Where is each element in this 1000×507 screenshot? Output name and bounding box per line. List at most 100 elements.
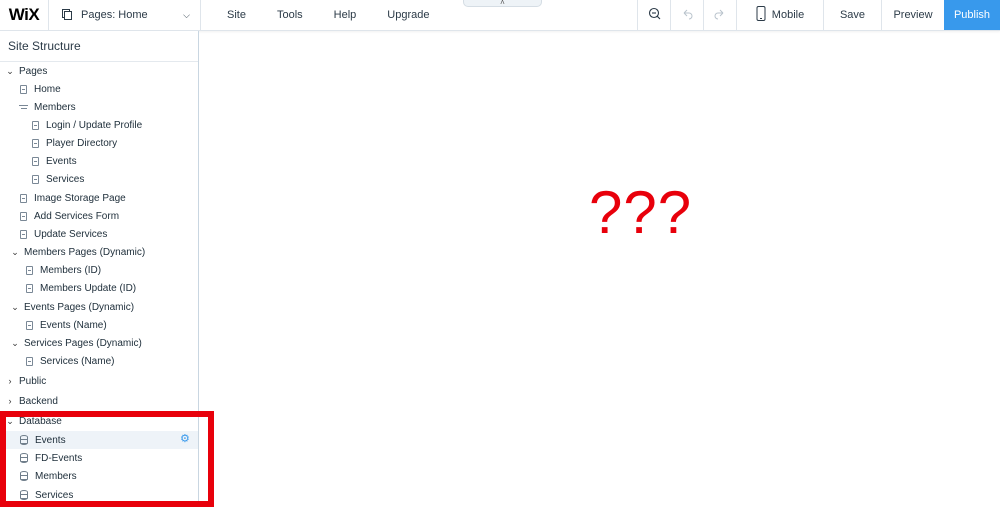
tree-label: Members: [35, 470, 77, 482]
tree-label: Public: [19, 375, 47, 387]
page-icon: [20, 84, 27, 94]
tree-item-add-services-form[interactable]: Add Services Form: [0, 207, 198, 225]
tree-label: Members (ID): [40, 264, 102, 276]
zoom-out-button[interactable]: [637, 0, 670, 30]
tree-item-image-storage[interactable]: Image Storage Page: [0, 189, 198, 207]
page-icon: [32, 156, 39, 166]
chevron-right-icon: ›: [8, 376, 12, 386]
tree-label: Database: [19, 415, 62, 427]
undo-icon: [681, 8, 693, 23]
chevron-down-icon: ⌵: [183, 9, 190, 20]
tree-label: Backend: [19, 395, 58, 407]
pages-dropdown-label: Pages: Home: [81, 9, 148, 21]
database-icon: [20, 471, 28, 481]
tree-item-members-update-id[interactable]: Members Update (ID): [0, 279, 198, 297]
subpages-icon: [19, 104, 28, 111]
tree-label: Events (Name): [40, 319, 107, 331]
tree-label: Members: [34, 101, 76, 113]
tree-label: Pages: [19, 65, 48, 77]
page-icon: [26, 320, 33, 330]
tree-item-db-members[interactable]: Members: [0, 467, 198, 485]
mobile-label: Mobile: [771, 9, 805, 21]
page-icon: [26, 356, 33, 366]
tree-section-pages[interactable]: ⌄ Pages: [0, 62, 198, 80]
wix-logo: WiX: [8, 5, 40, 24]
preview-button[interactable]: Preview: [881, 0, 944, 30]
tree-group-services-dynamic[interactable]: ⌄ Services Pages (Dynamic): [0, 334, 198, 352]
database-icon: [20, 490, 28, 500]
page-icon: [32, 174, 39, 184]
page-icon: [20, 211, 27, 221]
redo-icon: [714, 8, 726, 23]
menu-tools[interactable]: Tools: [277, 9, 303, 21]
page-icon: [20, 229, 27, 239]
tree-item-home[interactable]: Home: [0, 80, 198, 98]
database-icon: [20, 435, 28, 445]
mobile-button[interactable]: Mobile: [736, 0, 823, 30]
tree-label: Members Update (ID): [40, 282, 137, 294]
tree-item-update-services[interactable]: Update Services: [0, 225, 198, 243]
tree-label: Services: [46, 173, 85, 185]
page-icon: [26, 265, 33, 275]
zoom-out-icon: [648, 7, 661, 23]
chevron-right-icon: ›: [8, 396, 12, 406]
publish-button[interactable]: Publish: [944, 0, 1000, 30]
question-marks-annotation: ???: [589, 179, 693, 246]
page-icon: [32, 120, 39, 130]
chevron-down-icon: ⌄: [11, 246, 19, 257]
tree-label: Home: [34, 83, 61, 95]
tree-item-members[interactable]: Members: [0, 98, 198, 116]
tree-label: Player Directory: [46, 137, 118, 149]
tree-section-backend[interactable]: › Backend: [0, 392, 198, 410]
tree-group-members-dynamic[interactable]: ⌄ Members Pages (Dynamic): [0, 243, 198, 261]
collapse-toolbar-tab[interactable]: ˄: [463, 0, 542, 7]
tree-section-public[interactable]: › Public: [0, 372, 198, 390]
chevron-up-icon: ˄: [500, 0, 505, 7]
page-icon: [20, 193, 27, 203]
page-icon: [32, 138, 39, 148]
logo-cell: WiX: [0, 0, 49, 30]
tree-item-members-id[interactable]: Members (ID): [0, 261, 198, 279]
panel-title: Site Structure: [0, 31, 198, 62]
database-icon: [20, 453, 28, 463]
tree-label: Services: [35, 489, 74, 501]
tree-item-db-services[interactable]: Services: [0, 486, 198, 504]
tree-label: FD-Events: [35, 452, 83, 464]
chevron-down-icon: ⌄: [11, 337, 19, 348]
tree-label: Members Pages (Dynamic): [24, 246, 146, 258]
pages-icon: [61, 8, 73, 23]
tree-item-player-directory[interactable]: Player Directory: [0, 134, 198, 152]
chevron-down-icon: ⌄: [6, 65, 14, 76]
tree-item-db-fd-events[interactable]: FD-Events: [0, 449, 198, 467]
tree-label: Update Services: [34, 228, 108, 240]
tree-section-database[interactable]: ⌄ Database: [0, 412, 198, 430]
tree-item-login[interactable]: Login / Update Profile: [0, 116, 198, 134]
top-menu: Site Tools Help Upgrade: [201, 0, 460, 30]
menu-site[interactable]: Site: [227, 9, 246, 21]
tree-label: Services (Name): [40, 355, 115, 367]
page-icon: [26, 283, 33, 293]
menu-upgrade[interactable]: Upgrade: [387, 9, 429, 21]
site-structure-panel: Site Structure ⌄ Pages Home Members Logi…: [0, 31, 199, 507]
tree-group-events-dynamic[interactable]: ⌄ Events Pages (Dynamic): [0, 298, 198, 316]
tree-item-services[interactable]: Services: [0, 170, 198, 188]
tree-label: Events Pages (Dynamic): [24, 301, 135, 313]
tree-label: Image Storage Page: [34, 192, 126, 204]
mobile-icon: [756, 6, 766, 24]
gear-icon[interactable]: ⚙: [180, 434, 191, 445]
tree-item-events[interactable]: Events: [0, 152, 198, 170]
tree-item-events-name[interactable]: Events (Name): [0, 316, 198, 334]
save-button[interactable]: Save: [823, 0, 881, 30]
tree-label: Events: [46, 155, 77, 167]
chevron-down-icon: ⌄: [11, 301, 19, 312]
tree-label: Services Pages (Dynamic): [24, 337, 142, 349]
undo-button[interactable]: [670, 0, 703, 30]
redo-button[interactable]: [703, 0, 736, 30]
tree-label: Add Services Form: [34, 210, 120, 222]
menu-help[interactable]: Help: [334, 9, 357, 21]
tree-item-db-events[interactable]: Events ⚙: [0, 431, 198, 449]
tree-label: Login / Update Profile: [46, 119, 143, 131]
tree-item-services-name[interactable]: Services (Name): [0, 352, 198, 370]
pages-dropdown[interactable]: Pages: Home ⌵: [49, 0, 201, 30]
tree-label: Events: [35, 434, 66, 446]
